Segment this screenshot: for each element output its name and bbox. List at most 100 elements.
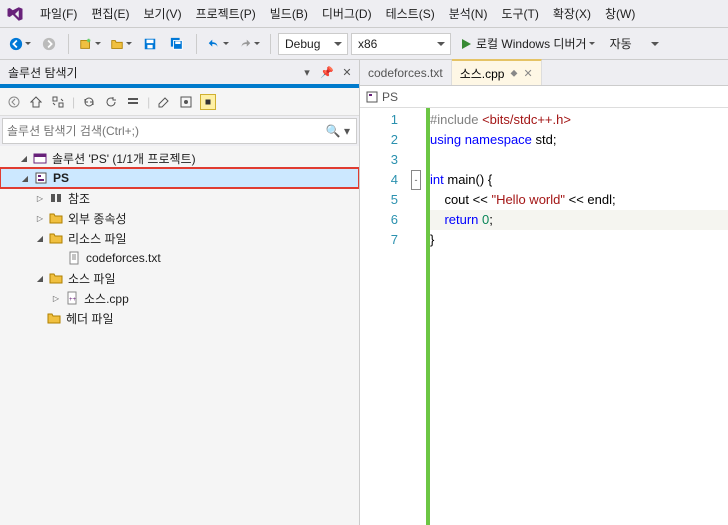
vs-logo-icon (4, 3, 26, 25)
pin-icon[interactable]: ⬥ (510, 68, 517, 79)
panel-close-button[interactable]: ✕ (339, 64, 355, 80)
code-line[interactable]: int main() { (430, 170, 728, 190)
code-line[interactable]: #include <bits/stdc++.h> (430, 110, 728, 130)
menu-items: 파일(F) 편집(E) 보기(V) 프로젝트(P) 빌드(B) 디버그(D) 테… (34, 1, 641, 26)
menu-edit[interactable]: 편집(E) (85, 1, 135, 26)
nav-scope[interactable]: PS (382, 90, 398, 104)
preview-icon[interactable] (200, 94, 216, 110)
tree-file-source-cpp[interactable]: ++ 소스.cpp (0, 288, 359, 308)
folder-icon (48, 230, 64, 246)
back-icon[interactable] (6, 94, 22, 110)
project-scope-icon (366, 91, 378, 103)
svg-text:++: ++ (69, 297, 77, 303)
switch-views-icon[interactable] (50, 94, 66, 110)
menu-file[interactable]: 파일(F) (34, 1, 83, 26)
config-dropdown[interactable]: Debug (278, 33, 348, 55)
refresh-icon[interactable] (103, 94, 119, 110)
tree-file-codeforces[interactable]: codeforces.txt (0, 248, 359, 268)
open-button[interactable] (107, 32, 135, 56)
panel-search[interactable]: 🔍 ▾ (2, 118, 357, 144)
toolbar: Debug x86 로컬 Windows 디버거 자동 (0, 28, 728, 60)
fold-cell (406, 130, 426, 150)
panel-title: 솔루션 탐색기 (8, 64, 78, 81)
separator (196, 34, 197, 54)
fold-toggle[interactable]: - (411, 170, 421, 190)
line-number: 3 (360, 150, 398, 170)
sync-icon[interactable] (81, 94, 97, 110)
menu-project[interactable]: 프로젝트(P) (190, 1, 262, 26)
properties-icon[interactable] (156, 94, 172, 110)
tab-codeforces[interactable]: codeforces.txt (360, 60, 452, 85)
menu-bar: 파일(F) 편집(E) 보기(V) 프로젝트(P) 빌드(B) 디버그(D) 테… (0, 0, 728, 28)
code-line[interactable]: using namespace std; (430, 130, 728, 150)
panel-pin-button[interactable]: 📌 (319, 64, 335, 80)
collapse-icon[interactable] (125, 94, 141, 110)
tree-label: 솔루션 'PS' (1/1개 프로젝트) (52, 150, 196, 167)
line-number: 5 (360, 190, 398, 210)
code-line[interactable] (430, 150, 728, 170)
project-icon (33, 170, 49, 186)
tree-label: codeforces.txt (86, 251, 161, 265)
platform-value: x86 (358, 37, 377, 51)
tree-source-files[interactable]: 소스 파일 (0, 268, 359, 288)
new-project-button[interactable] (76, 32, 104, 56)
menu-build[interactable]: 빌드(B) (264, 1, 314, 26)
save-all-button[interactable] (165, 32, 189, 56)
tree-resource-files[interactable]: 리소스 파일 (0, 228, 359, 248)
expand-toggle[interactable] (34, 212, 46, 224)
menu-test[interactable]: 테스트(S) (380, 1, 441, 26)
menu-debug[interactable]: 디버그(D) (316, 1, 378, 26)
menu-extensions[interactable]: 확장(X) (547, 1, 597, 26)
tab-label: codeforces.txt (368, 66, 443, 80)
tree-header-files[interactable]: 헤더 파일 (0, 308, 359, 328)
nav-forward-button[interactable] (37, 32, 61, 56)
menu-view[interactable]: 보기(V) (137, 1, 187, 26)
line-gutter: 1234567 (360, 108, 406, 525)
tab-label: 소스.cpp (460, 65, 505, 82)
close-icon[interactable]: ✕ (523, 67, 532, 80)
chevron-down-icon (95, 42, 101, 48)
tree-references[interactable]: 참조 (0, 188, 359, 208)
expand-toggle[interactable] (19, 172, 31, 184)
config-value: Debug (285, 37, 320, 51)
fold-cell (406, 190, 426, 210)
tree-project[interactable]: PS (0, 168, 359, 188)
run-debug-button[interactable]: 로컬 Windows 디버거 (454, 32, 601, 56)
run-mode-value: 자동 (610, 35, 632, 52)
search-input[interactable] (7, 124, 352, 138)
redo-button[interactable] (235, 32, 263, 56)
code-line[interactable]: return 0; (430, 210, 728, 230)
fold-gutter: - (406, 108, 426, 525)
save-button[interactable] (138, 32, 162, 56)
expand-toggle[interactable] (34, 192, 46, 204)
nav-back-button[interactable] (6, 32, 34, 56)
platform-dropdown[interactable]: x86 (351, 33, 451, 55)
expand-toggle[interactable] (34, 272, 46, 284)
show-all-icon[interactable] (178, 94, 194, 110)
home-icon[interactable] (28, 94, 44, 110)
tree-external-deps[interactable]: 외부 종속성 (0, 208, 359, 228)
code-editor[interactable]: 1234567 - #include <bits/stdc++.h>using … (360, 108, 728, 525)
code-lines[interactable]: #include <bits/stdc++.h>using namespace … (430, 108, 728, 525)
tree-solution[interactable]: 솔루션 'PS' (1/1개 프로젝트) (0, 148, 359, 168)
folder-icon (48, 270, 64, 286)
tab-source-cpp[interactable]: 소스.cpp ⬥ ✕ (452, 59, 542, 85)
panel-dropdown-button[interactable]: ▾ (299, 64, 315, 80)
chevron-down-icon (126, 42, 132, 48)
cpp-file-icon: ++ (64, 290, 80, 306)
code-line[interactable]: cout << "Hello world" << endl; (430, 190, 728, 210)
menu-tools[interactable]: 도구(T) (495, 1, 544, 26)
tree-label: 소스.cpp (84, 290, 129, 307)
menu-analyze[interactable]: 분석(N) (443, 1, 494, 26)
run-mode-dropdown[interactable]: 자동 (604, 33, 664, 55)
fold-cell (406, 110, 426, 130)
code-line[interactable]: } (430, 230, 728, 250)
fold-cell: - (406, 170, 426, 190)
expand-toggle[interactable] (18, 152, 30, 164)
menu-window[interactable]: 창(W) (599, 1, 641, 26)
separator (68, 34, 69, 54)
expand-toggle[interactable] (50, 292, 62, 304)
chevron-down-icon (589, 42, 595, 48)
expand-toggle[interactable] (34, 232, 46, 244)
undo-button[interactable] (204, 32, 232, 56)
